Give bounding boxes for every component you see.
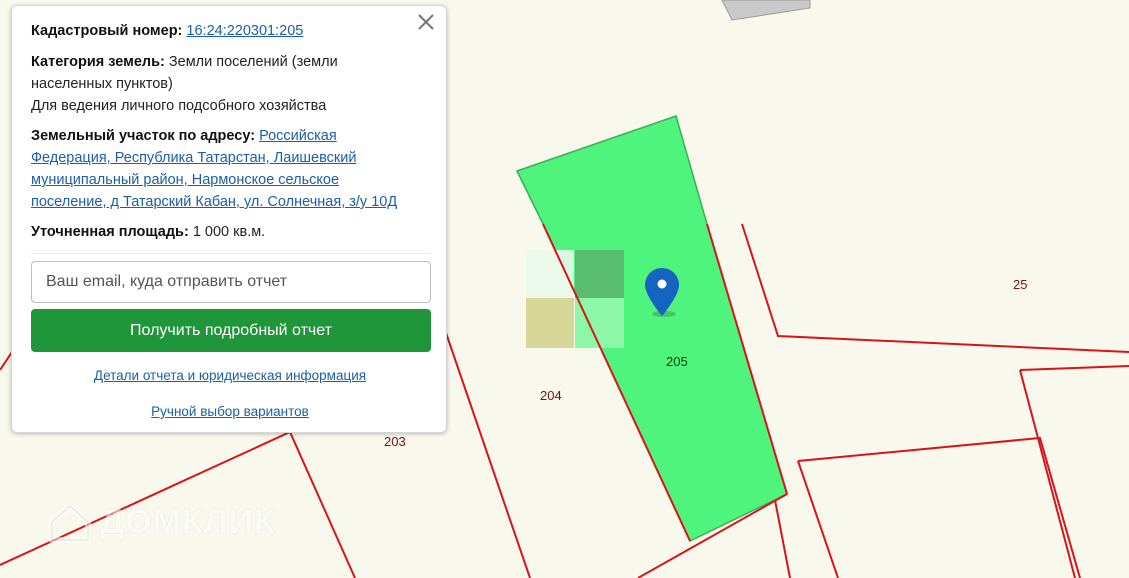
map-tile-overlay — [575, 250, 624, 298]
cadastral-number-link[interactable]: 16:24:220301:205 — [186, 23, 303, 39]
address-link-line4[interactable]: поселение, д Татарский Кабан, ул. Солнеч… — [31, 194, 397, 210]
category-label: Категория земель: — [31, 54, 165, 70]
watermark-text: ДОМКЛИК — [100, 502, 276, 541]
cadastral-label: Кадастровый номер: — [31, 23, 183, 39]
report-details-link[interactable]: Детали отчета и юридическая информация — [12, 368, 448, 383]
category-value: Земли поселений (земли — [168, 54, 338, 70]
address-label: Земельный участок по адресу: — [31, 128, 256, 144]
get-report-button[interactable]: Получить подробный отчет — [31, 309, 431, 352]
area-label: Уточненная площадь: — [31, 224, 189, 240]
close-icon — [418, 14, 434, 30]
map-tile-overlay — [526, 298, 574, 348]
area-row: Уточненная площадь: 1 000 кв.м. — [31, 221, 401, 243]
popup-divider — [31, 253, 431, 254]
email-input[interactable] — [31, 261, 431, 303]
parcel-label-205: 205 — [666, 354, 688, 369]
parcel-label-203: 203 — [384, 434, 406, 449]
cadastral-number-row: Кадастровый номер: 16:24:220301:205 — [31, 20, 401, 42]
house-logo-icon — [49, 503, 91, 543]
land-usage: Для ведения личного подсобного хозяйства — [31, 98, 327, 114]
parcel-label-25: 25 — [1013, 277, 1027, 292]
category-value-cont: населенных пунктов) — [31, 76, 173, 92]
address-link-line1[interactable]: Российская — [259, 128, 337, 144]
address-link-line2[interactable]: Федерация, Республика Татарстан, Лаишевс… — [31, 150, 356, 166]
area-value: 1 000 кв.м. — [192, 224, 266, 240]
land-category-row: Категория земель: Земли поселений (земли… — [31, 51, 401, 117]
address-row: Земельный участок по адресу: Российская … — [31, 125, 401, 213]
building-shape — [721, 0, 811, 21]
map-tile-overlay — [575, 298, 624, 348]
parcel-info-popup: Кадастровый номер: 16:24:220301:205 Кате… — [11, 5, 447, 433]
parcel-label-204: 204 — [540, 388, 562, 403]
manual-selection-link[interactable]: Ручной выбор вариантов — [12, 404, 448, 419]
domclick-watermark: ДОМКЛИК — [48, 498, 276, 546]
close-button[interactable] — [414, 10, 438, 34]
address-link-line3[interactable]: муниципальный район, Нармонское сельское — [31, 172, 339, 188]
